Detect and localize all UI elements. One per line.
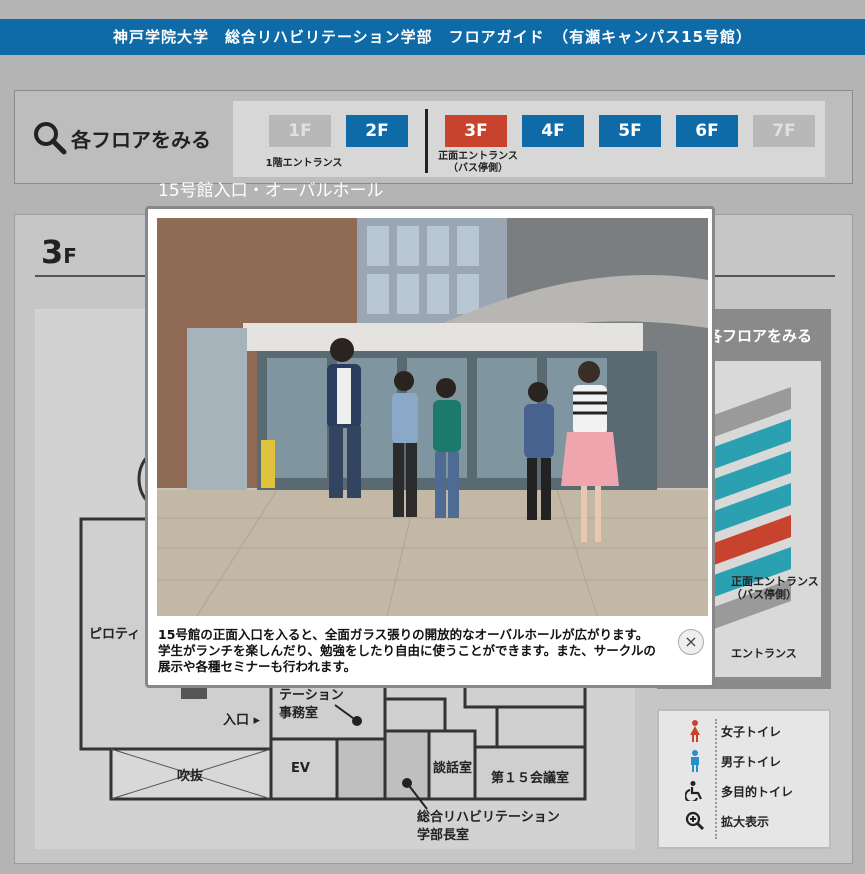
sidebar-label-3f: 正面エントランス （バス停側）	[731, 575, 819, 601]
map-label-danwa: 談話室	[433, 761, 473, 776]
wheelchair-icon	[683, 779, 707, 803]
photo-modal: 15号館の正面入口を入ると、全面ガラス張りの開放的なオーバルホールが広がります。…	[145, 206, 715, 688]
map-label-entrance: 入口 ▸	[223, 713, 261, 728]
modal-title: 15号館入口・オーバルホール	[158, 181, 384, 201]
photo-illustration	[157, 218, 708, 616]
floor-nav: 各フロアをみる 1F 1階エントランス 2F 3F 正面エントランス （バス停側…	[14, 90, 853, 184]
map-label-ev: EV	[291, 761, 310, 776]
floor-nav-title: 各フロアをみる	[71, 127, 211, 152]
legend-multipurpose-toilet-label: 多目的トイレ	[721, 784, 794, 799]
floor-button-3f[interactable]: 3F	[445, 115, 507, 147]
modal-photo	[157, 218, 708, 616]
floor-sidebar-title: 各フロアをみる	[707, 327, 813, 345]
legend-male-toilet-label: 男子トイレ	[721, 754, 782, 769]
floor-heading-number: 3	[41, 233, 64, 271]
legend-zoom: 拡大表示	[683, 809, 769, 833]
modal-caption: 15号館の正面入口を入ると、全面ガラス張りの開放的なオーバルホールが広がります。…	[158, 627, 656, 674]
search-icon	[34, 122, 67, 155]
floor-heading-unit: F	[63, 244, 77, 268]
floor-button-1f: 1F	[269, 115, 331, 147]
map-label-office: テーション 事務室	[279, 688, 344, 721]
floor-button-2f[interactable]: 2F	[346, 115, 408, 147]
floor-button-7f: 7F	[753, 115, 815, 147]
floor-button-5f[interactable]: 5F	[599, 115, 661, 147]
map-label-piloti: ピロティ	[89, 627, 141, 642]
floor-separator	[425, 109, 428, 173]
top-strip	[0, 0, 865, 18]
floor-heading: 3F	[41, 233, 77, 271]
sidebar-label-1f: エントランス	[731, 647, 797, 660]
female-toilet-icon	[683, 719, 707, 743]
close-button[interactable]: ×	[678, 629, 704, 655]
legend-male-toilet: 男子トイレ	[683, 749, 781, 773]
floor-3f-sub: 正面エントランス （バス停側）	[438, 151, 518, 174]
zoom-in-icon	[683, 809, 707, 833]
floor-nav-label: 各フロアをみる	[33, 121, 211, 155]
legend-female-toilet: 女子トイレ	[683, 719, 781, 743]
male-toilet-icon	[683, 749, 707, 773]
floor-button-6f[interactable]: 6F	[676, 115, 738, 147]
map-label-dean: 総合リハビリテーション 学部長室	[417, 810, 560, 843]
legend: 女子トイレ 男子トイレ 多目的トイレ 拡大表示	[657, 709, 831, 849]
legend-multipurpose-toilet: 多目的トイレ	[683, 779, 793, 803]
floor-buttons: 1F 1階エントランス 2F 3F 正面エントランス （バス停側） 4F 5F …	[233, 101, 825, 177]
floor-button-4f[interactable]: 4F	[522, 115, 584, 147]
map-label-conference: 第１５会議室	[491, 771, 570, 786]
map-label-fukinuke: 吹抜	[177, 769, 204, 784]
legend-zoom-label: 拡大表示	[721, 814, 770, 829]
legend-female-toilet-label: 女子トイレ	[721, 724, 782, 739]
page-title: 神戸学院大学 総合リハビリテーション学部 フロアガイド （有瀬キャンパス15号館…	[0, 19, 865, 55]
floor-1f-sub: 1階エントランス	[265, 158, 343, 169]
